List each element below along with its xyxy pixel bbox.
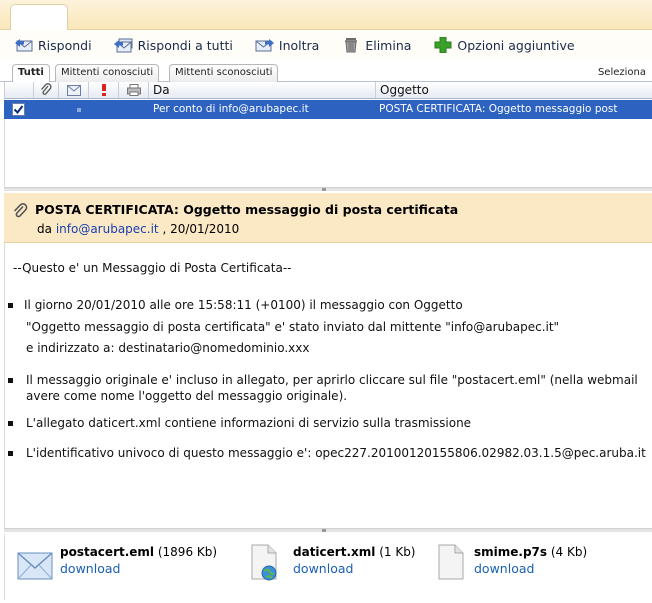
- more-options-button[interactable]: Opzioni aggiuntive: [433, 36, 575, 54]
- table-row[interactable]: Per conto di info@arubapec.it POSTA CERT…: [4, 100, 652, 119]
- download-link-postacert[interactable]: download: [60, 561, 120, 576]
- body-intro: --Questo e' un Messaggio di Posta Certif…: [13, 261, 292, 275]
- delete-button[interactable]: Elimina: [341, 37, 411, 53]
- paperclip-icon: [40, 83, 52, 100]
- column-subject-label: Oggetto: [380, 83, 429, 97]
- message-header: POSTA CERTIFICATA: Oggetto messaggio di …: [4, 193, 652, 243]
- reply-icon: [14, 37, 34, 53]
- priority-icon: [100, 84, 108, 99]
- forward-label: Inoltra: [278, 37, 320, 53]
- tab-unknown-senders[interactable]: Mittenti sconosciuti: [169, 64, 279, 82]
- column-subject[interactable]: Oggetto: [376, 82, 652, 98]
- message-body: --Questo e' un Messaggio di Posta Certif…: [4, 243, 652, 528]
- row-checkbox[interactable]: [12, 103, 25, 116]
- forward-icon: [255, 37, 275, 53]
- column-from[interactable]: Da: [149, 82, 376, 98]
- xml-file-icon: [248, 544, 282, 585]
- attachment-name-smime: smime.p7s (4 Kb): [474, 545, 588, 559]
- attachment-daticert: daticert.xml (1 Kb) download: [248, 542, 428, 592]
- forward-button[interactable]: Inoltra: [255, 37, 319, 53]
- mail-tab[interactable]: [10, 4, 68, 31]
- column-select[interactable]: [5, 82, 34, 98]
- body-bullet-1-line-1: Il giorno 20/01/2010 alle ore 15:58:11 (…: [24, 298, 463, 312]
- column-attachment[interactable]: [34, 82, 59, 98]
- column-print[interactable]: [119, 82, 149, 98]
- attachments-bar: postacert.eml (1896 Kb) download daticer…: [4, 534, 652, 600]
- delete-label: Elimina: [365, 37, 412, 53]
- body-bullet-1-line-2: "Oggetto messaggio di posta certificata"…: [26, 320, 560, 334]
- column-read[interactable]: [59, 82, 89, 98]
- bullet-4: [8, 451, 13, 456]
- envelope-icon: [67, 85, 81, 99]
- plus-icon: [433, 36, 453, 54]
- reply-button[interactable]: Rispondi: [14, 37, 92, 53]
- paperclip-icon: [12, 203, 28, 219]
- message-toolbar: Rispondi Rispondi a tutti Inoltra Elimin…: [0, 30, 652, 60]
- tab-known-senders[interactable]: Mittenti conosciuti: [55, 64, 160, 82]
- p7s-file-icon: [436, 544, 466, 583]
- reply-all-label: Rispondi a tutti: [137, 37, 233, 53]
- attachment-name-postacert: postacert.eml (1896 Kb): [60, 545, 218, 559]
- attachment-postacert: postacert.eml (1896 Kb) download: [17, 542, 217, 592]
- download-link-daticert[interactable]: download: [293, 561, 353, 576]
- message-from-line: da info@arubapec.it , 20/01/2010: [37, 222, 239, 236]
- row-from: Per conto di info@arubapec.it: [153, 103, 309, 115]
- from-prefix: da: [37, 222, 52, 236]
- body-attachments-splitter[interactable]: [4, 528, 652, 532]
- reply-all-icon: [113, 37, 134, 53]
- bullet-3: [8, 421, 13, 426]
- reply-label: Rispondi: [38, 37, 92, 53]
- reply-all-button[interactable]: Rispondi a tutti: [113, 37, 233, 53]
- row-subject: POSTA CERTIFICATA: Oggetto messaggio pos…: [379, 103, 618, 115]
- message-subject: POSTA CERTIFICATA: Oggetto messaggio di …: [35, 202, 459, 217]
- message-date: , 20/01/2010: [162, 222, 240, 236]
- attachment-smime: smime.p7s (4 Kb) download: [436, 542, 606, 592]
- print-icon: [127, 84, 141, 99]
- trash-icon: [341, 37, 361, 53]
- more-options-label: Opzioni aggiuntive: [457, 37, 575, 53]
- body-bullet-1-line-3: e indirizzato a: destinatario@nomedomini…: [26, 341, 310, 355]
- bullet-1: [8, 303, 13, 308]
- body-bullet-4: L'identificativo univoco di questo messa…: [26, 446, 646, 460]
- top-tab-strip: [0, 0, 652, 31]
- bullet-2: [8, 378, 13, 383]
- list-preview-splitter[interactable]: [4, 187, 652, 191]
- message-list-empty-area: [4, 119, 652, 187]
- column-from-label: Da: [153, 83, 170, 97]
- attachment-name-daticert: daticert.xml (1 Kb): [293, 545, 416, 559]
- message-list-header: Da Oggetto: [4, 82, 652, 99]
- select-menu[interactable]: Seleziona: [598, 67, 646, 78]
- unread-dot: [77, 108, 81, 112]
- column-priority[interactable]: [89, 82, 119, 98]
- sender-filter-tabs: Tutti Mittenti conosciuti Mittenti scono…: [0, 62, 652, 82]
- body-bullet-2-line-2: avere come nome l'oggetto del messaggio …: [26, 389, 348, 403]
- body-bullet-3: L'allegato daticert.xml contiene informa…: [26, 416, 472, 430]
- sender-email-link[interactable]: info@arubapec.it: [56, 222, 159, 236]
- download-link-smime[interactable]: download: [474, 561, 534, 576]
- tab-all[interactable]: Tutti: [12, 64, 50, 82]
- body-bullet-2-line-1: Il messaggio originale e' incluso in all…: [26, 373, 638, 387]
- eml-file-icon: [17, 552, 53, 583]
